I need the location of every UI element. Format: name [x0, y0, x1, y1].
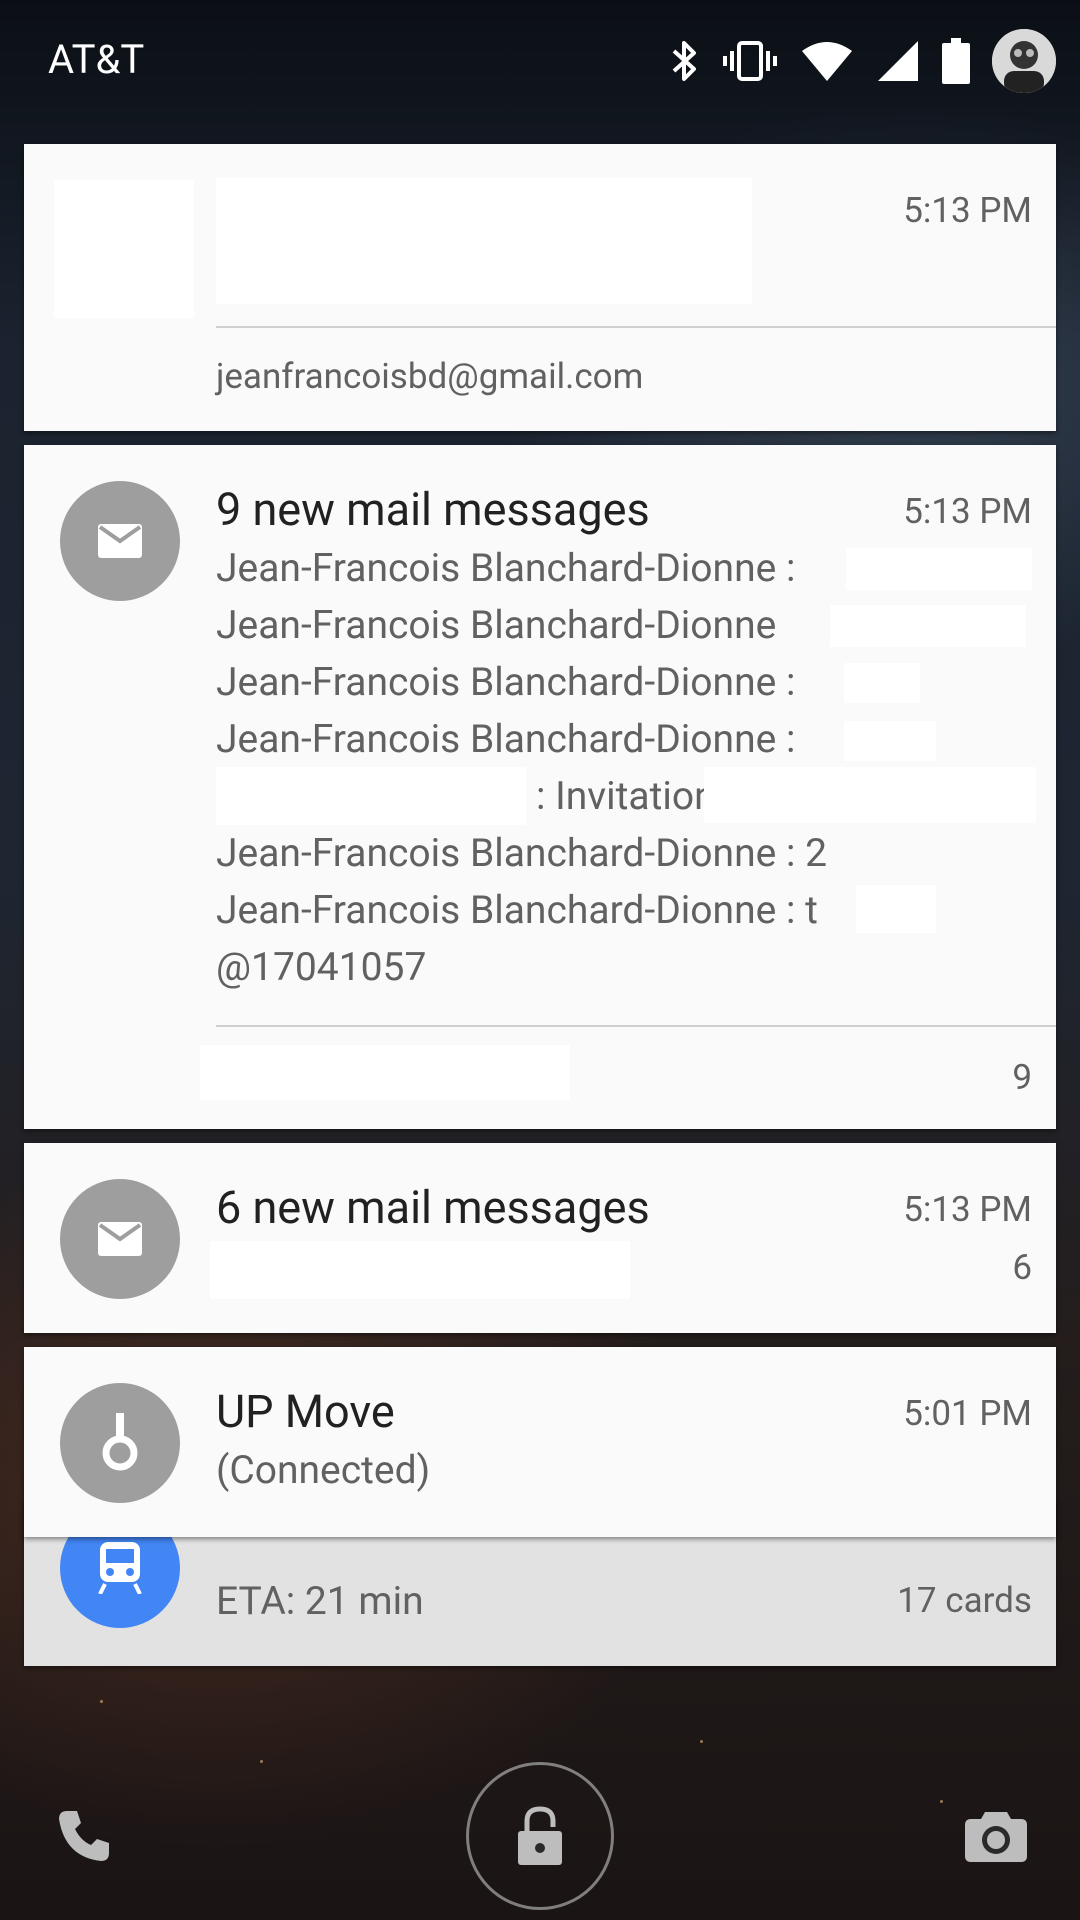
redacted-account [200, 1045, 570, 1100]
notification-time: 5:01 PM [903, 1393, 1032, 1434]
band-icon [60, 1383, 180, 1503]
redacted-text [830, 605, 1026, 647]
account-email: jeanfrancoisbd@gmail.com [216, 356, 644, 397]
redacted-text [216, 767, 526, 825]
redacted-icon [54, 180, 194, 318]
notification-time: 5:13 PM [903, 190, 1032, 231]
mail-icon [60, 481, 180, 601]
notification-time: 5:13 PM [903, 1189, 1032, 1230]
message-line: Jean-Francois Blanchard-Dionne [216, 602, 777, 648]
divider [216, 326, 1056, 328]
battery-icon [942, 38, 970, 84]
notification-title: 9 new mail messages [216, 483, 650, 536]
message-line: Jean-Francois Blanchard-Dionne : [216, 716, 796, 762]
redacted-text [846, 548, 1032, 590]
redacted-account [210, 1241, 630, 1299]
divider [216, 1025, 1056, 1027]
vibrate-icon [722, 39, 778, 83]
notification-time: 5:13 PM [903, 491, 1032, 532]
notification-title: 6 new mail messages [216, 1181, 650, 1234]
notification-mail-6[interactable]: 6 new mail messages 5:13 PM 6 [24, 1143, 1056, 1333]
bluetooth-icon [670, 39, 700, 83]
carrier-label: AT&T [48, 36, 145, 83]
camera-icon[interactable] [960, 1800, 1032, 1872]
phone-icon[interactable] [48, 1800, 120, 1872]
redacted-text [856, 885, 936, 933]
notification-subtitle: (Connected) [216, 1447, 431, 1493]
mail-icon [60, 1179, 180, 1299]
message-count: 9 [1012, 1057, 1032, 1098]
lock-icon[interactable] [466, 1762, 614, 1910]
eta-text: ETA: 21 min [216, 1578, 424, 1624]
message-line: Jean-Francois Blanchard-Dionne : [216, 659, 796, 705]
redacted-title [216, 178, 752, 304]
message-line: Jean-Francois Blanchard-Dionne : 2 [216, 830, 827, 876]
cards-count: 17 cards [897, 1580, 1032, 1621]
notification-account[interactable]: 5:13 PM jeanfrancoisbd@gmail.com [24, 144, 1056, 431]
status-bar: AT&T [0, 0, 1080, 118]
redacted-text [844, 721, 936, 761]
message-line: @17041057 [216, 944, 427, 990]
redacted-text [844, 663, 920, 703]
message-count: 6 [1012, 1247, 1032, 1288]
cell-signal-icon [876, 39, 920, 83]
redacted-text [704, 767, 1036, 823]
notification-up-move[interactable]: UP Move 5:01 PM (Connected) [24, 1347, 1056, 1537]
message-line: : Invitation [536, 773, 716, 819]
message-line: Jean-Francois Blanchard-Dionne : [216, 545, 796, 591]
notification-title: UP Move [216, 1385, 395, 1438]
notification-mail-9[interactable]: 9 new mail messages 5:13 PM Jean-Francoi… [24, 445, 1056, 1129]
avatar[interactable] [992, 29, 1056, 93]
message-line: Jean-Francois Blanchard-Dionne : t [216, 887, 818, 933]
wifi-icon [800, 39, 854, 83]
